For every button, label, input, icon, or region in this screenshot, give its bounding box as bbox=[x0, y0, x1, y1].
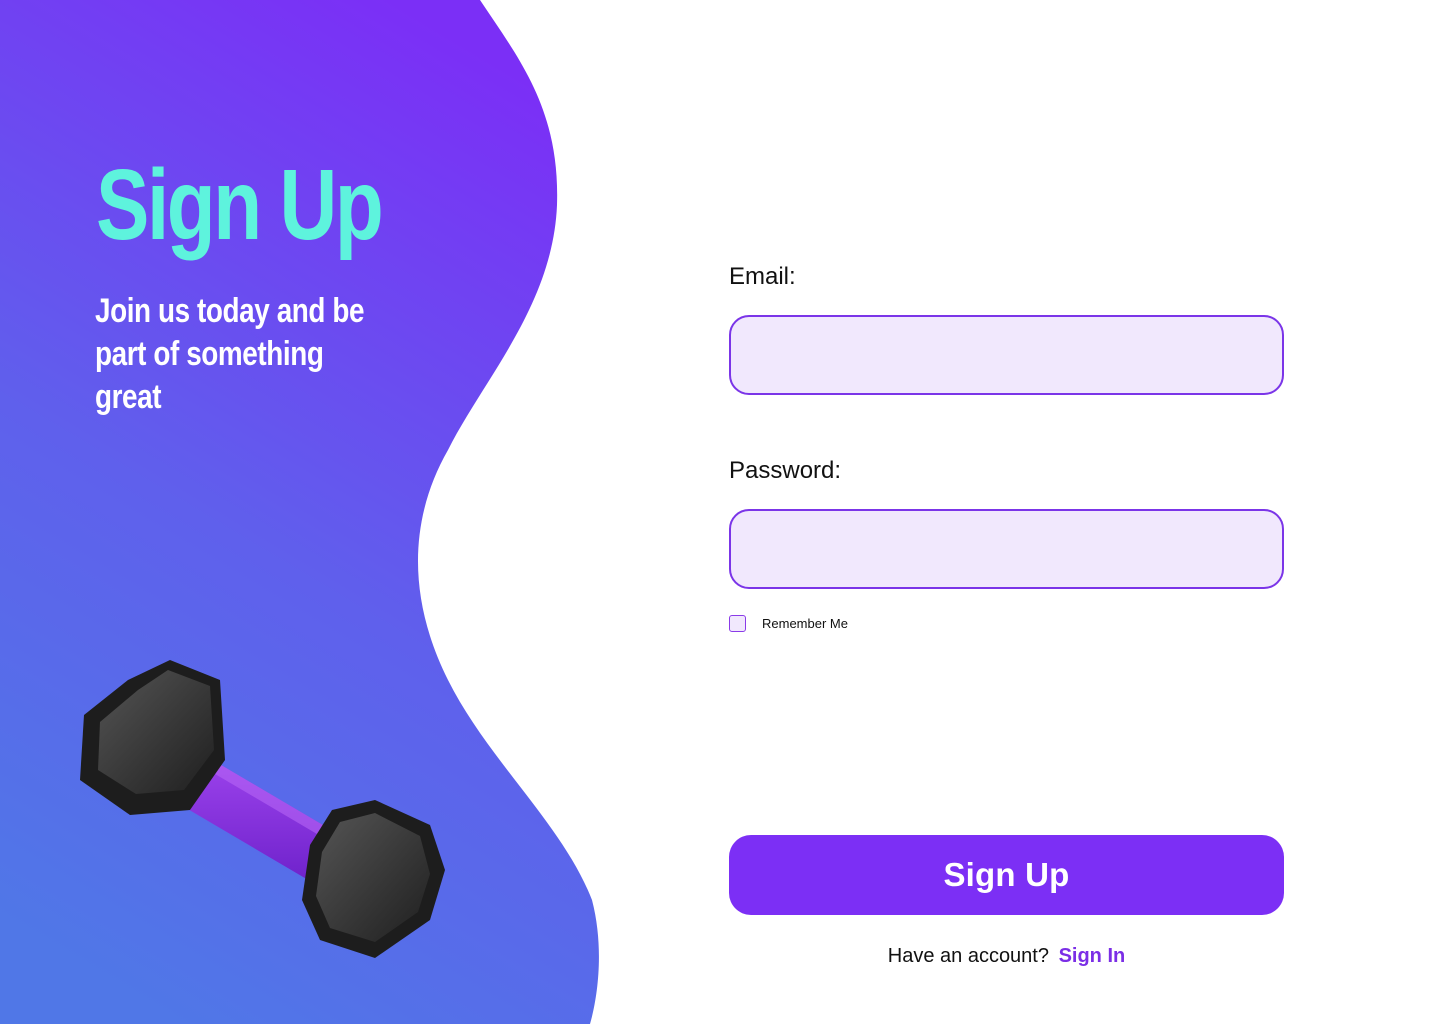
have-account-row: Have an account? Sign In bbox=[729, 945, 1284, 968]
remember-me-checkbox[interactable] bbox=[729, 615, 746, 632]
sign-up-button[interactable]: Sign Up bbox=[729, 835, 1284, 915]
password-field[interactable] bbox=[729, 509, 1284, 589]
email-field[interactable] bbox=[729, 315, 1284, 395]
dumbbell-icon bbox=[80, 660, 445, 958]
hero-subtitle: Join us today and be part of something g… bbox=[95, 292, 365, 416]
email-label: Email: bbox=[729, 263, 796, 290]
remember-me-label: Remember Me bbox=[762, 616, 848, 631]
page-title: Sign Up bbox=[96, 149, 384, 261]
password-label: Password: bbox=[729, 457, 842, 484]
remember-me-option[interactable]: Remember Me bbox=[729, 615, 848, 632]
sign-up-form: Email: Password: Remember Me Sign Up Hav… bbox=[729, 0, 1284, 1024]
sign-in-link[interactable]: Sign In bbox=[1059, 945, 1126, 967]
have-account-text: Have an account? bbox=[887, 945, 1049, 967]
sign-up-page: Sign Up Join us today and be part of som… bbox=[0, 0, 1440, 1024]
